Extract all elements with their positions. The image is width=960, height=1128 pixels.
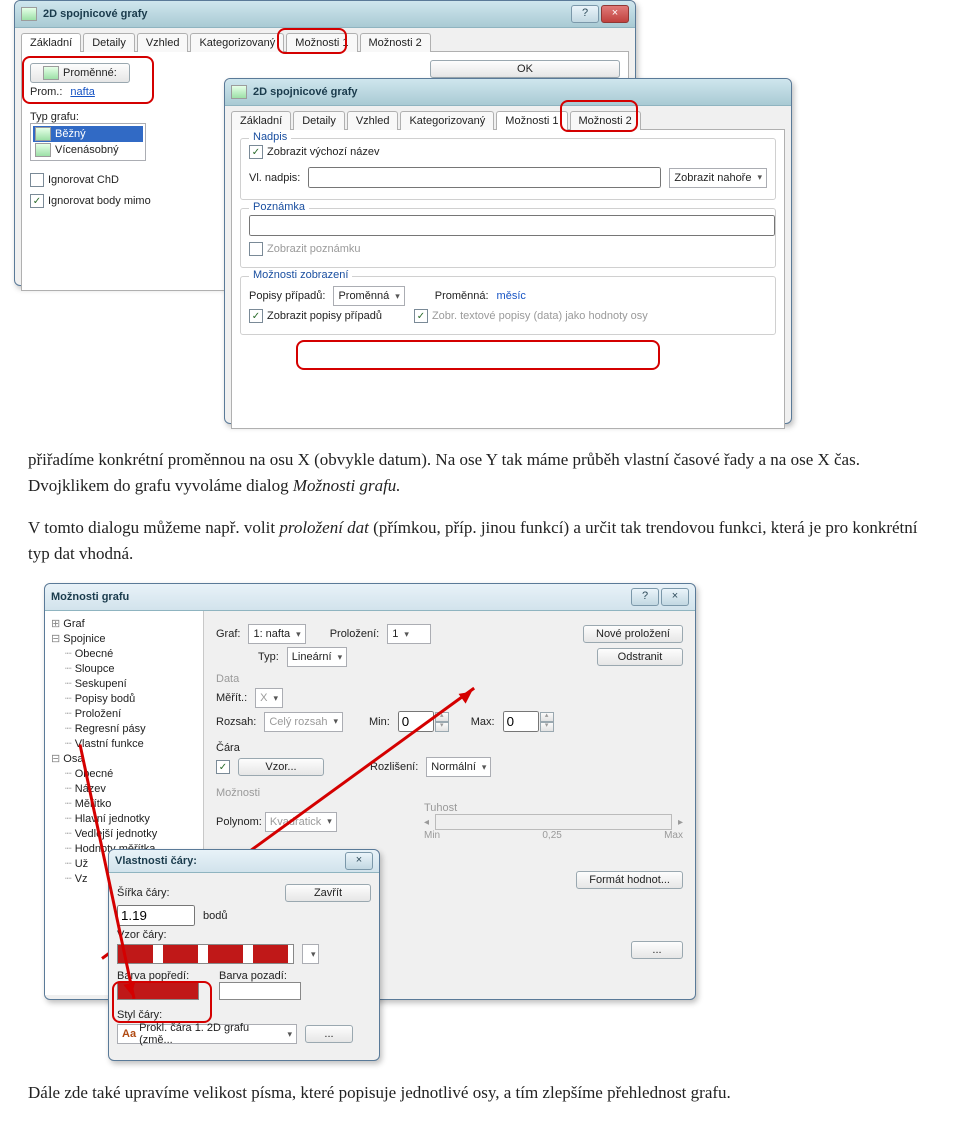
help-icon[interactable]: ? bbox=[571, 5, 599, 23]
sirka-label: Šířka čáry: bbox=[117, 887, 170, 899]
min-spinner[interactable]: ▴▾ bbox=[398, 711, 449, 732]
more-button[interactable]: ... bbox=[631, 941, 683, 959]
title-position-select[interactable]: Zobrazit nahoře bbox=[669, 168, 767, 188]
resolution-select[interactable]: Normální bbox=[426, 757, 491, 777]
close-button[interactable]: Zavřít bbox=[285, 884, 371, 902]
variables-button-label: Proměnné: bbox=[63, 67, 117, 79]
help-icon[interactable]: ? bbox=[631, 588, 659, 606]
format-hodnot-button[interactable]: Formát hodnot... bbox=[576, 871, 683, 889]
typ-label: Typ: bbox=[258, 651, 279, 663]
list-item: Vícenásobný bbox=[33, 142, 143, 158]
graph-type-list[interactable]: Běžný Vícenásobný bbox=[30, 123, 146, 161]
fit-type-select[interactable]: Lineární bbox=[287, 647, 347, 667]
popisy-pripadu-label: Popisy případů: bbox=[249, 290, 325, 302]
line-style-select[interactable]: Aa Prokl. čára 1. 2D grafu (změ... bbox=[117, 1024, 297, 1044]
more-button[interactable]: ... bbox=[305, 1025, 353, 1043]
popisy-pripadu-select[interactable]: Proměnná bbox=[333, 286, 404, 306]
group-poznamka-legend: Poznámka bbox=[249, 201, 309, 213]
prom-value[interactable]: nafta bbox=[70, 86, 94, 98]
dialog2-tabs: Základní Detaily Vzhled Kategorizovaný M… bbox=[231, 110, 785, 130]
line-chart-icon bbox=[35, 127, 51, 141]
line-pattern-preview[interactable] bbox=[117, 944, 294, 964]
tab-detaily[interactable]: Detaily bbox=[293, 111, 345, 130]
dialog2-title: 2D spojnicové grafy bbox=[253, 86, 358, 98]
line-width-input[interactable] bbox=[117, 905, 195, 926]
remove-button[interactable]: Odstranit bbox=[597, 648, 683, 666]
close-icon[interactable]: × bbox=[345, 852, 373, 870]
chart-icon bbox=[21, 7, 37, 21]
group-nadpis-legend: Nadpis bbox=[249, 131, 291, 143]
checkbox-cara[interactable]: ✓ bbox=[216, 760, 230, 774]
dialog3-title: Možnosti grafu bbox=[51, 591, 129, 603]
tab-moznosti1[interactable]: Možnosti 1 bbox=[286, 33, 357, 52]
close-icon[interactable]: × bbox=[661, 588, 689, 606]
checkbox-vychozi-nazev[interactable]: ✓Zobrazit výchozí název bbox=[249, 145, 380, 159]
tab-vzhled[interactable]: Vzhled bbox=[347, 111, 399, 130]
tab-moznosti2[interactable]: Možnosti 2 bbox=[360, 33, 431, 52]
tuhost-scrollbar[interactable] bbox=[435, 814, 672, 830]
checkbox-ignorovat-chd[interactable]: Ignorovat ChD bbox=[30, 173, 119, 187]
style-icon: Aa bbox=[122, 1028, 136, 1040]
vzor-button[interactable]: Vzor... bbox=[238, 758, 324, 776]
ok-button[interactable]: OK bbox=[430, 60, 620, 78]
tab-zakladni[interactable]: Základní bbox=[231, 111, 291, 130]
promenna-label: Proměnná: bbox=[435, 290, 489, 302]
variables-button[interactable]: Proměnné: bbox=[30, 63, 130, 83]
checkbox-textove-popisy[interactable]: ✓Zobr. textové popisy (data) jako hodnot… bbox=[414, 309, 648, 323]
paragraph-1: přiřadíme konkrétní proměnnou na osu X (… bbox=[28, 447, 932, 498]
paragraph-3: Dále zde také upravíme velikost písma, k… bbox=[28, 1080, 932, 1106]
paragraph-2: V tomto dialogu můžeme např. volit prolo… bbox=[28, 515, 932, 566]
prom-label: Prom.: bbox=[30, 86, 62, 98]
data-section-label: Data bbox=[216, 673, 683, 685]
tab-vzhled[interactable]: Vzhled bbox=[137, 33, 189, 52]
graf-select[interactable]: 1: nafta bbox=[248, 624, 305, 644]
multi-line-chart-icon bbox=[35, 143, 51, 157]
styl-label: Styl čáry: bbox=[117, 1009, 371, 1021]
tab-moznosti2[interactable]: Možnosti 2 bbox=[570, 111, 641, 130]
checkbox-ignorovat-body[interactable]: ✓Ignorovat body mimo bbox=[30, 194, 151, 208]
list-item: Běžný bbox=[33, 126, 143, 142]
cara-section-label: Čára bbox=[216, 742, 683, 754]
tuhost-label: Tuhost bbox=[424, 802, 683, 814]
graf-label: Graf: bbox=[216, 628, 240, 640]
tab-zakladni[interactable]: Základní bbox=[21, 33, 81, 52]
barva-pozadi-label: Barva pozadí: bbox=[219, 970, 301, 982]
group-moznosti-legend: Možnosti zobrazení bbox=[249, 269, 352, 281]
variables-icon bbox=[43, 66, 59, 80]
vl-nadpis-input[interactable] bbox=[308, 167, 661, 188]
range-select[interactable]: Celý rozsah bbox=[264, 712, 343, 732]
prolozeni-label: Proložení: bbox=[330, 628, 380, 640]
vzor-label: Vzor čáry: bbox=[117, 929, 371, 941]
dialog4-title: Vlastnosti čáry: bbox=[115, 855, 197, 867]
vl-nadpis-label: Vl. nadpis: bbox=[249, 172, 300, 184]
moznosti-section-label: Možnosti bbox=[216, 787, 683, 799]
close-icon[interactable]: × bbox=[601, 5, 629, 23]
bg-color-swatch[interactable] bbox=[219, 982, 301, 1000]
pattern-select[interactable] bbox=[302, 944, 319, 964]
promenna-value[interactable]: měsíc bbox=[497, 290, 526, 302]
tab-kategorizovany[interactable]: Kategorizovaný bbox=[400, 111, 494, 130]
chart-icon bbox=[231, 85, 247, 99]
axis-select[interactable]: X bbox=[255, 688, 283, 708]
tab-kategorizovany[interactable]: Kategorizovaný bbox=[190, 33, 284, 52]
prolozeni-select[interactable]: 1 bbox=[387, 624, 431, 644]
tab-moznosti1[interactable]: Možnosti 1 bbox=[496, 111, 567, 130]
new-fit-button[interactable]: Nové proložení bbox=[583, 625, 683, 643]
poznamka-input[interactable] bbox=[249, 215, 775, 236]
dialog1-title: 2D spojnicové grafy bbox=[43, 8, 148, 20]
max-spinner[interactable]: ▴▾ bbox=[503, 711, 554, 732]
checkbox-zobrazit-poznamku[interactable]: Zobrazit poznámku bbox=[249, 242, 361, 256]
checkbox-zobrazit-popisy[interactable]: ✓Zobrazit popisy případů bbox=[249, 309, 382, 323]
dialog1-tabs: Základní Detaily Vzhled Kategorizovaný M… bbox=[21, 32, 629, 52]
tab-detaily[interactable]: Detaily bbox=[83, 33, 135, 52]
